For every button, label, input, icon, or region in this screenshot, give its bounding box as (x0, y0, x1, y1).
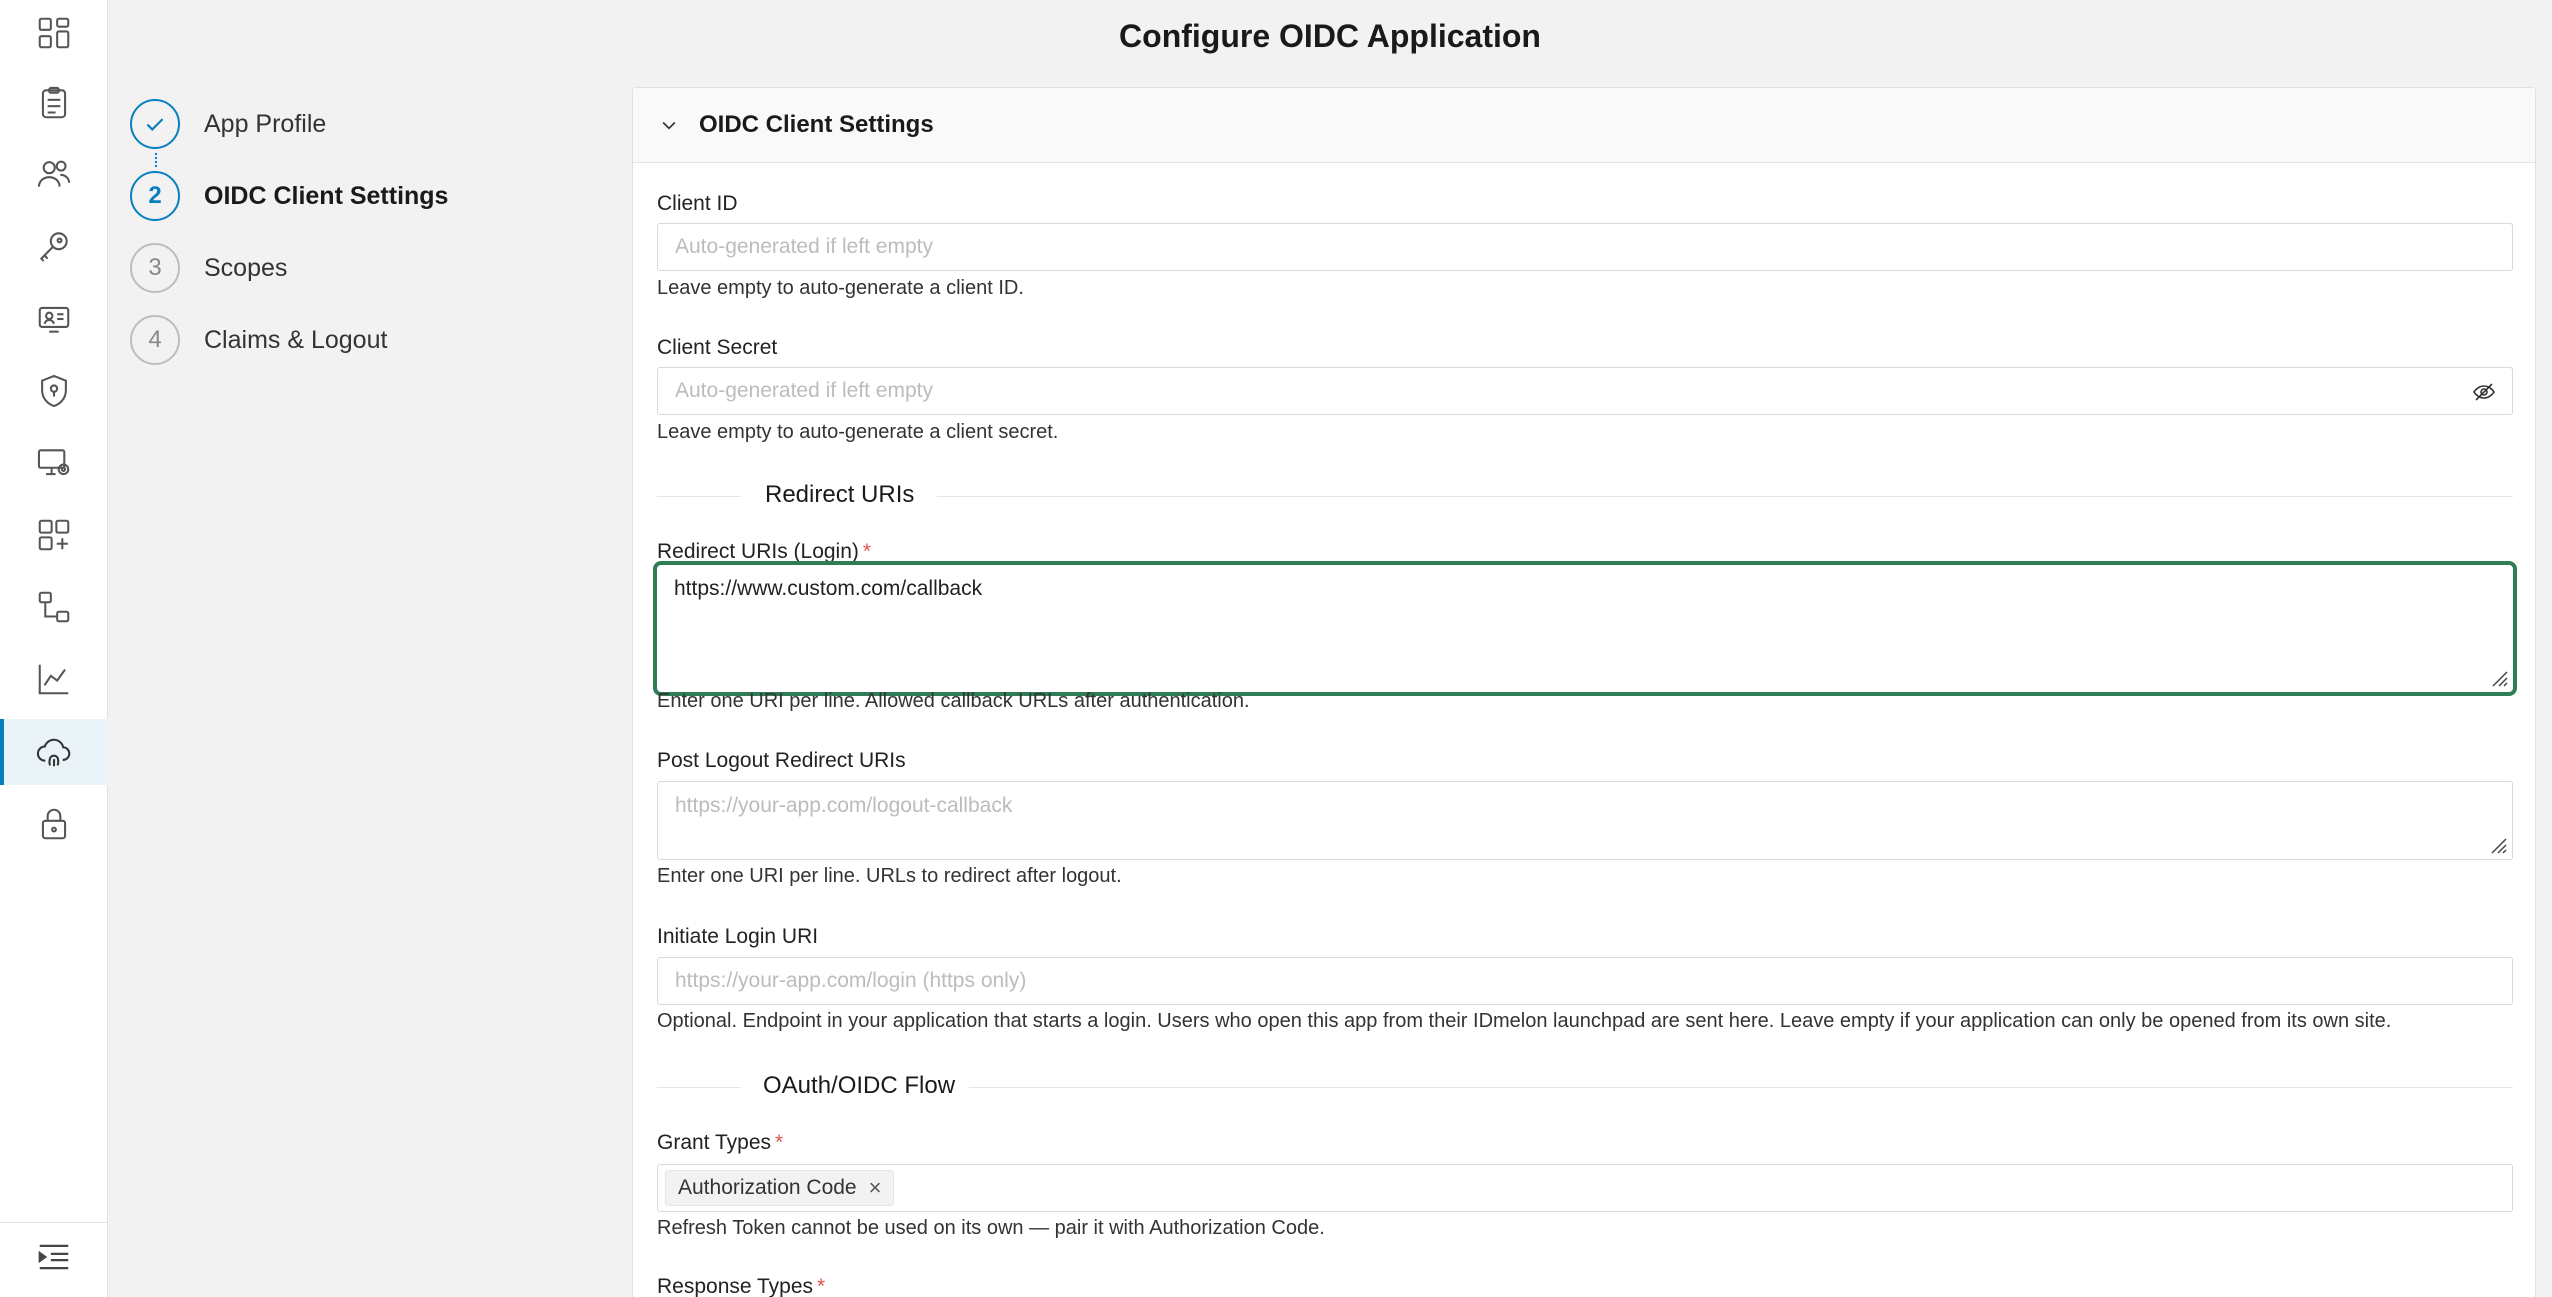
tag-label: Authorization Code (678, 1176, 857, 1199)
nav-lock[interactable] (0, 791, 108, 857)
step-label: Scopes (204, 253, 288, 282)
step-number: 3 (130, 243, 180, 293)
section-divider (657, 496, 741, 497)
client-secret-label: Client Secret (657, 336, 778, 359)
post-logout-help: Enter one URI per line. URLs to redirect… (657, 865, 1122, 887)
required-mark: * (817, 1275, 826, 1297)
side-nav-rail (0, 0, 108, 1297)
nav-apps-add[interactable] (0, 502, 108, 568)
page-title: Configure OIDC Application (1119, 18, 1541, 54)
grant-types-label: Grant Types * (657, 1131, 783, 1155)
section-divider (969, 1087, 2513, 1088)
section-divider (657, 1087, 741, 1088)
required-mark: * (775, 1131, 784, 1154)
redirect-login-textarea[interactable]: https://www.custom.com/callback (653, 561, 2517, 696)
shield-icon (41, 374, 67, 408)
grant-types-select[interactable]: Authorization Code × (657, 1164, 2513, 1212)
monitor-settings-icon (37, 449, 70, 476)
client-secret-placeholder: Auto-generated if left empty (675, 379, 933, 402)
step-app-profile[interactable]: App Profile (130, 99, 326, 149)
nav-security[interactable] (0, 358, 108, 424)
cloud-fingerprint-icon (36, 738, 71, 767)
nav-cloud-fingerprint[interactable] (0, 719, 108, 785)
client-id-help: Leave empty to auto-generate a client ID… (657, 277, 1024, 299)
section-divider (937, 496, 2513, 497)
nav-collapse-toggle[interactable] (0, 1224, 108, 1290)
nav-clipboard[interactable] (0, 70, 108, 136)
nav-dashboard[interactable] (0, 0, 108, 66)
initiate-login-placeholder: https://your-app.com/login (https only) (675, 969, 1027, 992)
key-icon (39, 232, 68, 262)
apps-add-icon (38, 519, 70, 551)
client-id-label: Client ID (657, 192, 738, 215)
grant-types-help: Refresh Token cannot be used on its own … (657, 1217, 1325, 1239)
dashboard-icon (38, 17, 70, 49)
eye-off-icon[interactable] (2472, 380, 2496, 404)
chevron-down-icon (662, 121, 676, 130)
nav-keys[interactable] (0, 213, 108, 279)
step-claims-logout[interactable]: 4 Claims & Logout (130, 315, 387, 365)
initiate-login-input[interactable]: https://your-app.com/login (https only) (657, 957, 2513, 1005)
remove-tag-icon[interactable]: × (869, 1175, 882, 1201)
client-secret-input[interactable]: Auto-generated if left empty (657, 367, 2513, 415)
initiate-login-help: Optional. Endpoint in your application t… (657, 1010, 2392, 1032)
panel-title: OIDC Client Settings (699, 111, 934, 138)
oidc-settings-panel: OIDC Client Settings Client ID Auto-gene… (632, 87, 2536, 1297)
post-logout-placeholder: https://your-app.com/logout-callback (675, 794, 1013, 817)
clipboard-icon (41, 86, 67, 119)
chart-icon (38, 664, 69, 695)
redirect-login-label-text: Redirect URIs (Login) (657, 540, 859, 563)
client-id-placeholder: Auto-generated if left empty (675, 235, 933, 258)
response-types-label-text: Response Types (657, 1275, 814, 1297)
post-logout-textarea[interactable]: https://your-app.com/logout-callback (657, 781, 2513, 860)
panel-header-toggle[interactable]: OIDC Client Settings (633, 88, 2535, 163)
step-scopes[interactable]: 3 Scopes (130, 243, 287, 293)
checkmark-icon (146, 118, 164, 131)
step-number: 4 (130, 315, 180, 365)
redirect-login-value: https://www.custom.com/callback (674, 577, 983, 600)
post-logout-label: Post Logout Redirect URIs (657, 749, 906, 772)
response-types-label: Response Types * (657, 1275, 825, 1297)
required-mark: * (862, 540, 872, 563)
step-oidc-client-settings[interactable]: 2 OIDC Client Settings (130, 171, 448, 221)
section-redirect-uris: Redirect URIs (657, 481, 2513, 511)
section-title: OAuth/OIDC Flow (763, 1072, 956, 1099)
client-secret-help: Leave empty to auto-generate a client se… (657, 421, 1059, 443)
step-label: OIDC Client Settings (204, 181, 449, 210)
grant-types-label-text: Grant Types (657, 1131, 772, 1154)
lock-icon (41, 808, 67, 840)
step-done-indicator (130, 99, 180, 149)
step-connector (155, 153, 157, 167)
nav-users[interactable] (0, 141, 108, 207)
nav-user-card[interactable] (0, 286, 108, 352)
redirect-login-help: Enter one URI per line. Allowed callback… (657, 690, 1250, 712)
section-title: Redirect URIs (765, 481, 915, 508)
workflow-icon (38, 591, 70, 623)
user-card-icon (38, 306, 70, 333)
nav-reports[interactable] (0, 646, 108, 712)
resize-handle-icon[interactable] (2486, 833, 2508, 855)
step-label: Claims & Logout (204, 325, 388, 354)
nav-workflow[interactable] (0, 574, 108, 640)
users-icon (37, 160, 71, 187)
step-number: 2 (130, 171, 180, 221)
rail-divider (0, 1222, 108, 1223)
client-id-input[interactable]: Auto-generated if left empty (657, 223, 2513, 271)
nav-monitor-settings[interactable] (0, 430, 108, 496)
section-oauth-flow: OAuth/OIDC Flow (657, 1072, 2513, 1102)
collapse-menu-icon (38, 1244, 69, 1270)
grant-type-tag: Authorization Code × (665, 1170, 895, 1206)
resize-handle-icon[interactable] (2487, 666, 2509, 688)
initiate-login-label: Initiate Login URI (657, 925, 819, 948)
step-label: App Profile (204, 109, 327, 138)
